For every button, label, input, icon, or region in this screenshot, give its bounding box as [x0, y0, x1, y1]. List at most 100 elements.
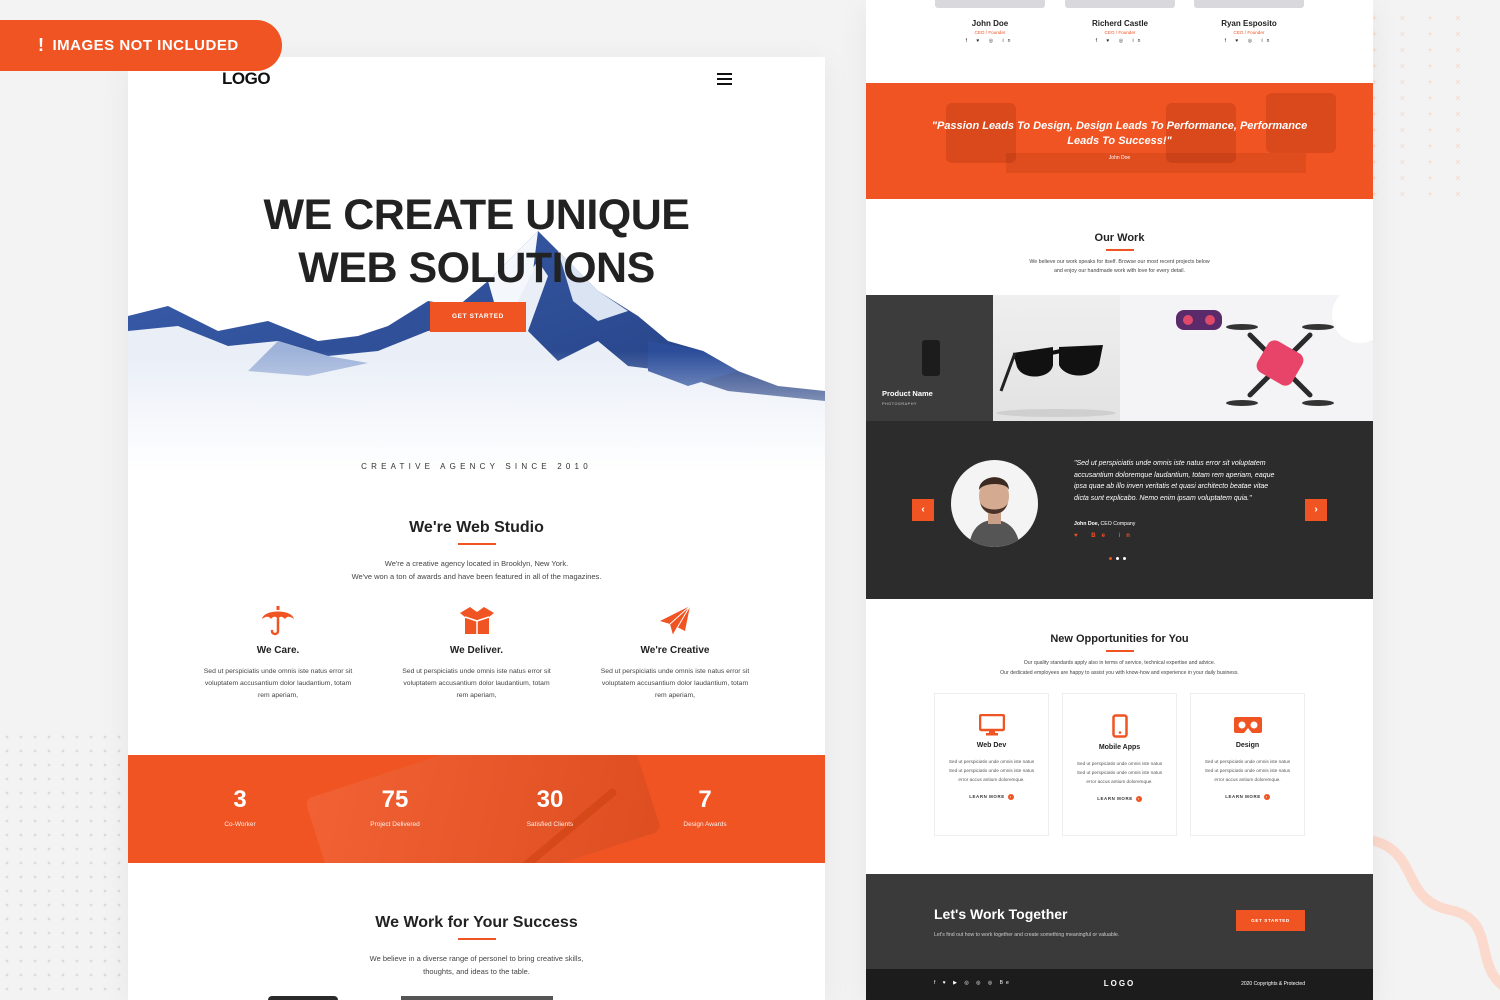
avatar [1194, 0, 1304, 8]
hero-section: WE CREATE UNIQUE WEB SOLUTIONS GET START… [128, 101, 825, 472]
badge-text: IMAGES NOT INCLUDED [52, 37, 239, 54]
cta-banner: Let's Work Together Let's find out how t… [866, 874, 1373, 969]
cta-title: Let's Work Together [934, 906, 1068, 922]
team-member: John Doe CEO / Founder f ♥ ◎ in [930, 0, 1050, 44]
section-title: New Opportunities for You [1050, 633, 1189, 645]
stat-label: Design Awards [683, 821, 727, 828]
section-title: Our Work [1094, 232, 1145, 244]
exclamation-icon: ! [38, 35, 45, 55]
studio-section: We're Web Studio We're a creative agency… [128, 519, 825, 583]
feature-text: Sed ut perspiciatis unde omnis iste natu… [600, 668, 750, 699]
get-started-button[interactable]: GET STARTED [430, 302, 526, 332]
our-work-section: Our Work We believe our work speaks for … [866, 232, 1373, 276]
social-icons[interactable]: ♥ Be in [1074, 533, 1136, 539]
stat-value: 3 [233, 786, 247, 813]
logo[interactable]: LOGO [222, 69, 271, 89]
hero-tagline: CREATIVE AGENCY SINCE 2010 [361, 462, 592, 471]
learn-more-link[interactable]: LEARN MORE › [1191, 794, 1304, 800]
stat-label: Co-Worker [224, 821, 256, 828]
chevron-left-icon[interactable]: ‹ [912, 499, 934, 521]
carousel-dot[interactable] [1116, 557, 1119, 560]
testimonial-section: ‹ › "Sed ut perspiciatis unde omnis iste… [866, 421, 1373, 599]
arrow-right-icon: › [1007, 794, 1014, 800]
carousel-dot-active[interactable] [1109, 557, 1112, 560]
service-card-design: Design Sed ut perspiciatis unde omnis is… [1190, 693, 1305, 836]
quote-banner: "Passion Leads To Design, Design Leads T… [866, 83, 1373, 199]
quote-author: John Doe [1108, 155, 1131, 161]
subtitle-line: We're a creative agency located in Brook… [384, 559, 569, 568]
member-name: Ryan Esposito [1221, 19, 1277, 28]
stats-band: 3 Co-Worker 75 Project Delivered 30 Satisfi… [128, 755, 825, 863]
member-role: CEO / Founder [1104, 30, 1136, 35]
learn-more-link[interactable]: LEARN MORE › [935, 794, 1048, 800]
title-underline [457, 543, 496, 545]
author-company: CEO Company [1099, 521, 1136, 527]
stat-label: Project Delivered [370, 821, 420, 828]
portfolio-gallery: Product Name PHOTOGRAPHY [866, 287, 1373, 421]
decorative-cross-pattern: + × + × + × + × + × + × + × + × + × + × … [1372, 13, 1471, 199]
subtitle-line: Our quality standards apply also in term… [1023, 660, 1216, 666]
team-member: Ryan Esposito CEO / Founder f ♥ ◎ in [1189, 0, 1309, 44]
subtitle-line: We've won a ton of awards and have been … [351, 572, 602, 581]
images-not-included-badge: ! IMAGES NOT INCLUDED [0, 20, 282, 71]
image-placeholder [268, 996, 338, 1000]
member-name: Richerd Castle [1091, 19, 1149, 28]
title-underline [1105, 650, 1134, 652]
portfolio-item[interactable] [993, 295, 1120, 421]
carousel-dots[interactable] [1109, 557, 1126, 560]
social-icons[interactable]: f ♥ ◎ in [1060, 38, 1180, 44]
learn-more-link[interactable]: LEARN MORE › [1063, 796, 1176, 802]
author-name: John Doe, [1074, 521, 1100, 527]
social-icons[interactable]: f ♥ ◎ in [930, 38, 1050, 44]
opportunities-section: New Opportunities for You Our quality st… [866, 633, 1373, 678]
dot-pattern [0, 730, 128, 1000]
carousel-dot[interactable] [1123, 557, 1126, 560]
service-card-mobile-apps: Mobile Apps Sed ut perspiciatis unde omn… [1062, 693, 1177, 836]
smartphone-icon [1111, 714, 1128, 738]
subtitle-line: Our dedicated employees are happy to ass… [1000, 669, 1239, 676]
paper-plane-icon [660, 605, 691, 636]
footer: f ♥ ▶ ◎ ◎ ◎ Be LOGO 2020 Copyrights & Pr… [866, 969, 1373, 1000]
feature-care: We Care. Sed ut perspiciatis unde omnis … [203, 605, 353, 702]
testimonial-quote: "Sed ut perspiciatis unde omnis iste nat… [1074, 460, 1275, 502]
quote-text: "Passion Leads To Design, Design Leads T… [931, 120, 1308, 147]
success-section: We Work for Your Success We believe in a… [128, 914, 825, 978]
services-cards: Web Dev Sed ut perspiciatis unde omnis i… [934, 693, 1305, 836]
monitor-icon [978, 714, 1005, 736]
chevron-right-icon[interactable]: › [1305, 499, 1327, 521]
product-category: PHOTOGRAPHY [882, 402, 917, 406]
cta-text: Let's find out how to work together and … [934, 932, 1120, 938]
portfolio-item[interactable] [1120, 287, 1373, 421]
stat-value: 30 [536, 786, 564, 813]
section-title: We Work for Your Success [375, 914, 578, 931]
arrow-right-icon: › [1135, 796, 1142, 802]
learn-more-label: LEARN MORE [969, 794, 1005, 800]
sunglasses-image [996, 345, 1116, 417]
decorative-wave [1365, 835, 1500, 990]
copyright-text: 2020 Copyrights & Protected [1241, 981, 1305, 987]
stat-value: 75 [381, 786, 409, 813]
image-placeholder [401, 996, 553, 1000]
feature-deliver: We Deliver. Sed ut perspiciatis unde omn… [402, 605, 552, 702]
learn-more-label: LEARN MORE [1225, 794, 1261, 800]
social-icons[interactable]: f ♥ ◎ in [1189, 38, 1309, 44]
service-text: Sed ut perspiciatis unde omnis iste natu… [1076, 761, 1163, 784]
get-started-button[interactable]: GET STARTED [1236, 910, 1305, 931]
feature-title: We Care. [256, 645, 300, 656]
testimonial-author: John Doe, CEO Company [1074, 521, 1135, 527]
subtitle-line: thoughts, and ideas to the table. [423, 967, 530, 976]
service-text: Sed ut perspiciatis unde omnis iste natu… [1204, 759, 1291, 782]
hamburger-icon[interactable] [717, 73, 732, 85]
feature-title: We're Creative [640, 645, 710, 656]
section-subtitle: We're a creative agency located in Brook… [128, 557, 825, 583]
stat-value: 7 [698, 786, 712, 813]
feature-text: Sed ut perspiciatis unde omnis iste natu… [402, 668, 551, 699]
section-subtitle: We believe our work speaks for itself. B… [866, 258, 1373, 276]
umbrella-icon [262, 606, 294, 636]
portfolio-item[interactable]: Product Name PHOTOGRAPHY [866, 295, 993, 421]
section-subtitle: We believe in a diverse range of persone… [128, 952, 825, 978]
avatar [935, 0, 1045, 8]
stat-label: Satisfied Clients [526, 821, 574, 828]
team-member: Richerd Castle CEO / Founder f ♥ ◎ in [1060, 0, 1180, 44]
feature-text: Sed ut perspiciatis unde omnis iste natu… [203, 668, 353, 699]
